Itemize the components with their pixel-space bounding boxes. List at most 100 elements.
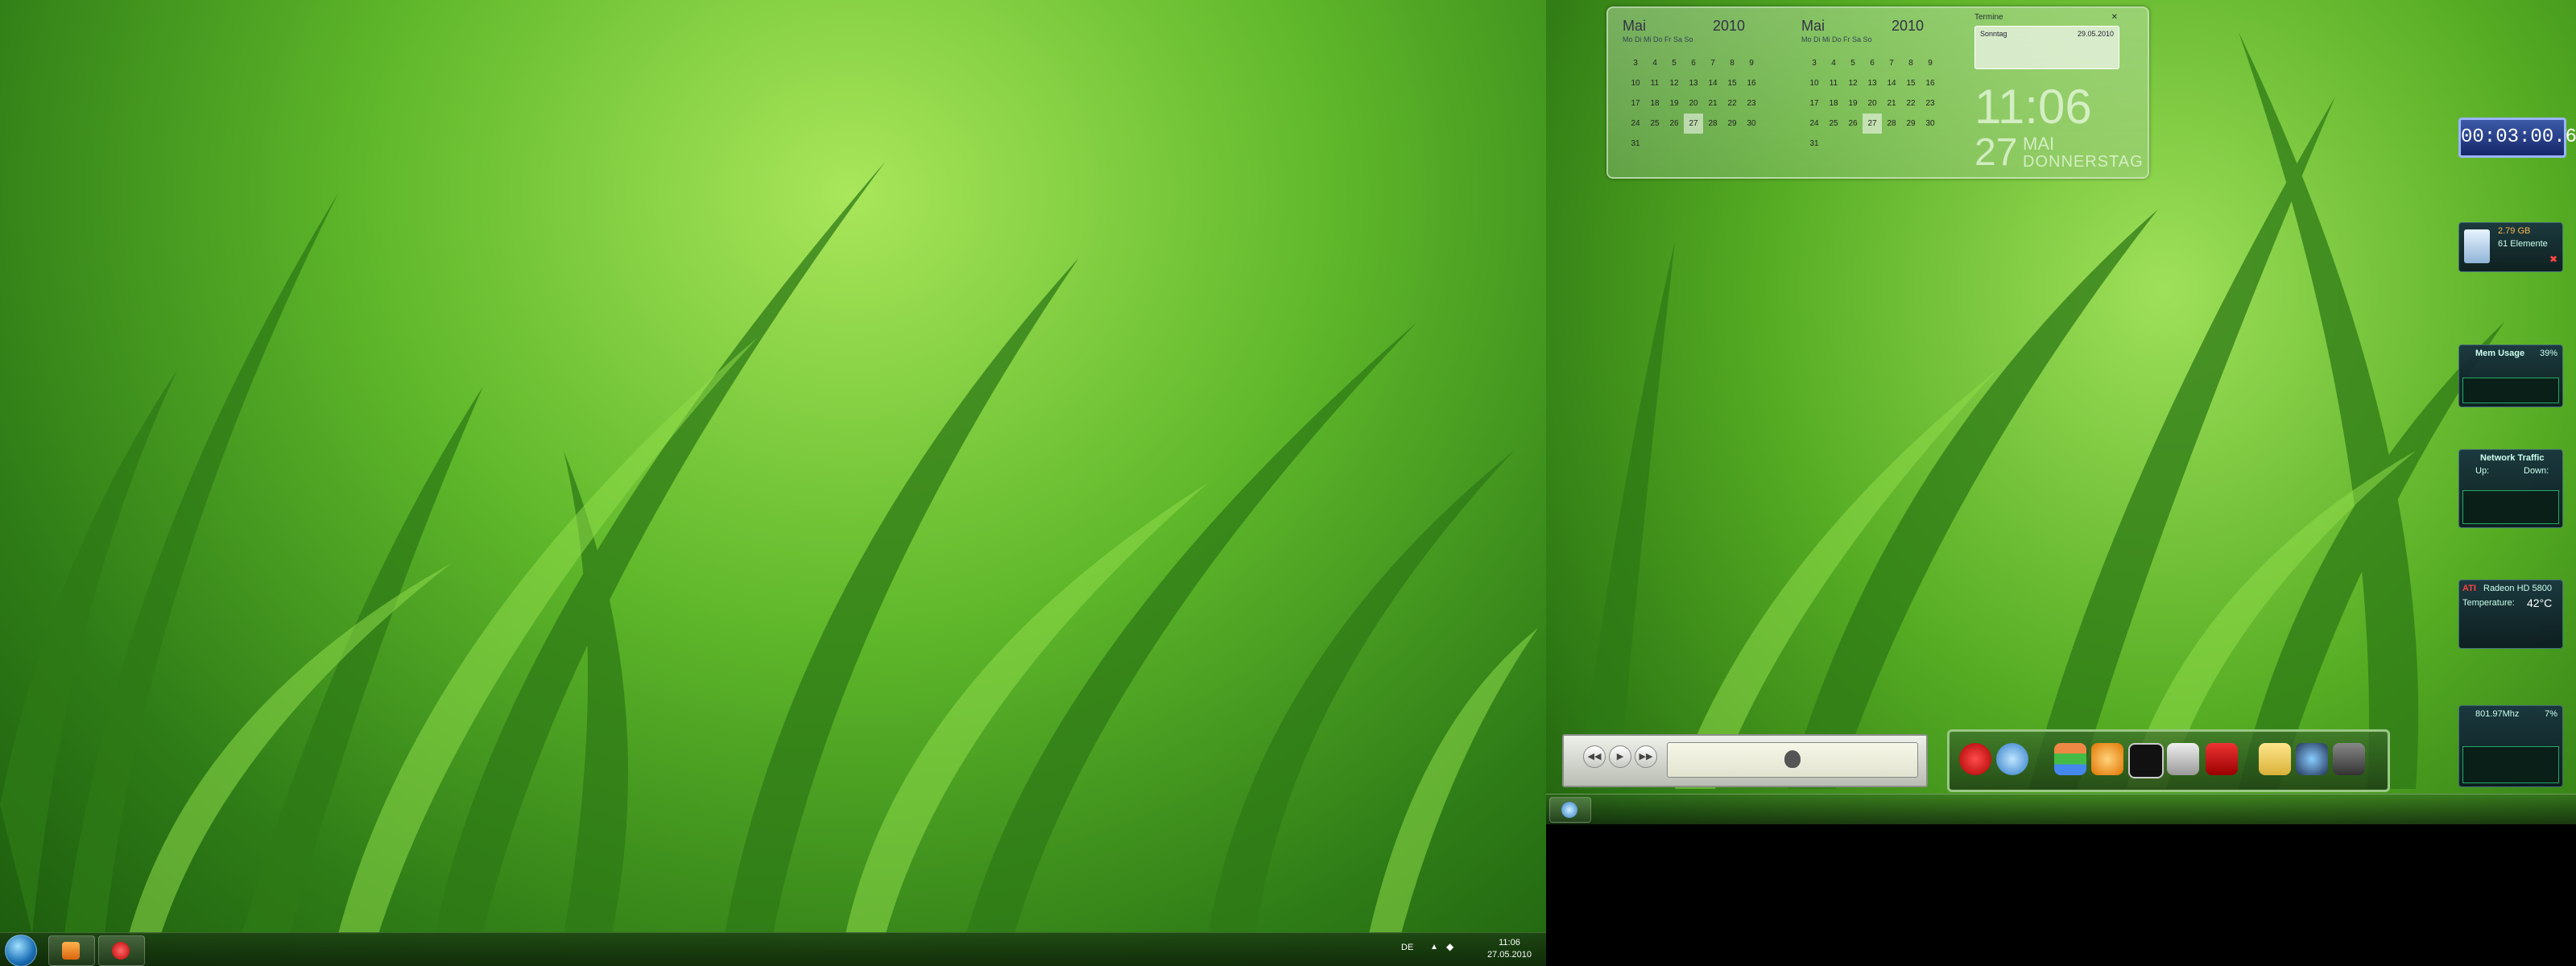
folder-icon[interactable] [2259,743,2291,775]
calendar-day[interactable]: 21 [1882,93,1901,114]
calendar-day[interactable]: 11 [1824,73,1843,93]
big-day-number: 27 [1974,131,2018,174]
calendar-day[interactable]: 5 [1843,53,1863,73]
calendar-day[interactable]: 30 [1742,114,1761,134]
calendar-day[interactable]: 25 [1645,114,1664,134]
network-icon[interactable]: ◆ [1446,941,1453,952]
language-indicator[interactable]: DE [1401,943,1413,952]
calendar-day[interactable]: 4 [1645,53,1664,73]
calendar-day[interactable]: 31 [1626,134,1645,154]
calendar-day[interactable]: 11 [1645,73,1664,93]
printer-icon[interactable] [2167,743,2199,775]
calendar-day[interactable]: 20 [1863,93,1882,114]
recycle-bin-gadget[interactable]: 2.79 GB 61 Elemente ✖ [2458,222,2563,272]
appointment-entry[interactable]: Sonntag 29.05.2010 [1974,26,2119,69]
calendar-weekday-row: Mo Di Mi Do Fr Sa So [1623,35,1693,43]
calendar-day[interactable]: 6 [1684,53,1703,73]
show-hidden-icons-chevron-icon[interactable]: ▲ [1430,943,1438,952]
calendar-day[interactable]: 21 [1703,93,1722,114]
calendar-day[interactable]: 19 [1843,93,1863,114]
calendar-day[interactable]: 3 [1626,53,1645,73]
calendar-day[interactable]: 13 [1863,73,1882,93]
calendar-day[interactable]: 30 [1921,114,1940,134]
itunes-icon[interactable] [1996,743,2028,775]
calendar-day[interactable]: 10 [1626,73,1645,93]
calendar-day[interactable]: 14 [1882,73,1901,93]
taskbar-media-player-button[interactable] [48,935,95,966]
calendar-month-left: Mai 2010 Mo Di Mi Do Fr Sa So 3 4 5 6 7 … [1608,14,1761,167]
calendar-day[interactable]: 23 [1921,93,1940,114]
calendar-day[interactable]: 31 [1805,134,1824,154]
calendar-day[interactable]: 24 [1626,114,1645,134]
calendar-day[interactable]: 8 [1722,53,1742,73]
appointment-day: Sonntag [1980,30,2007,38]
calendar-day[interactable]: 12 [1843,73,1863,93]
calendar-day[interactable]: 29 [1722,114,1742,134]
grass-blades [0,161,1538,934]
calendar-day[interactable]: 16 [1921,73,1940,93]
tools-hammer-icon[interactable] [2333,743,2365,775]
calendar-day[interactable]: 7 [1703,53,1722,73]
calendar-day[interactable]: 17 [1626,93,1645,114]
calendar-day[interactable]: 26 [1843,114,1863,134]
calendar-day-today[interactable]: 27 [1863,114,1882,134]
stopwatch-gadget[interactable]: 00:03:00.6 [2458,118,2576,158]
cpu-monitor-gadget: 801.97Mhz 7% [2458,705,2563,787]
taskbar-app-button[interactable] [98,935,145,966]
calendar-day[interactable]: 18 [1824,93,1843,114]
calendar-day[interactable]: 24 [1805,114,1824,134]
calendar-day[interactable]: 18 [1645,93,1664,114]
calendar-day[interactable]: 22 [1722,93,1742,114]
taskbar-clock[interactable]: 11:06 27.05.2010 [1487,937,1532,961]
calendar-weekday-row: Mo Di Mi Do Fr Sa So [1801,35,1872,43]
calendar-day[interactable]: 13 [1684,73,1703,93]
calendar-day[interactable]: 17 [1805,93,1824,114]
calendar-day[interactable]: 10 [1805,73,1824,93]
start-button[interactable] [5,935,37,966]
calendar-day[interactable]: 19 [1664,93,1684,114]
calendar-day[interactable]: 29 [1901,114,1921,134]
calendar-day[interactable]: 25 [1824,114,1843,134]
calendar-day[interactable]: 7 [1882,53,1901,73]
taskbar-right [1546,794,2576,825]
settings-gear-icon[interactable] [2091,743,2123,775]
layers-app-icon[interactable] [2054,743,2086,775]
calendar-day[interactable]: 15 [1901,73,1921,93]
calendar-day[interactable]: 28 [1703,114,1722,134]
calendar-month-label: Mai [1801,18,1826,34]
network-computer-icon[interactable] [2296,743,2328,775]
calendar-day[interactable]: 16 [1742,73,1761,93]
network-title: Network Traffic [2480,453,2545,463]
calendar-day[interactable]: 22 [1901,93,1921,114]
next-track-button[interactable]: ▶▶ [1635,745,1657,768]
close-icon[interactable]: ✕ [2111,13,2118,22]
taskbar-itunes-button[interactable] [1549,797,1591,823]
opera-icon[interactable] [1959,743,1991,775]
calendar-day[interactable]: 6 [1863,53,1882,73]
calendar-day[interactable]: 9 [1921,53,1940,73]
previous-track-button[interactable]: ◀◀ [1583,745,1606,768]
cpu-percent: 7% [2545,709,2557,719]
player-display[interactable] [1667,742,1918,778]
cpu-clock: 801.97Mhz [2475,709,2520,719]
terminal-icon[interactable] [2128,743,2164,778]
calendar-day[interactable]: 15 [1722,73,1742,93]
app-red-icon [112,942,130,960]
calendar-day[interactable]: 12 [1664,73,1684,93]
calendar-day[interactable]: 3 [1805,53,1824,73]
calendar-day[interactable]: 9 [1742,53,1761,73]
calendar-day-today[interactable]: 27 [1684,114,1703,134]
play-button[interactable]: ▶ [1609,745,1631,768]
empty-bin-icon[interactable]: ✖ [2549,254,2557,265]
calendar-day[interactable]: 26 [1664,114,1684,134]
calendar-day[interactable]: 8 [1901,53,1921,73]
calendar-day[interactable]: 20 [1684,93,1703,114]
calendar-day[interactable]: 28 [1882,114,1901,134]
appointment-date: 29.05.2010 [2077,30,2114,38]
calendar-year-label: 2010 [1891,18,1924,34]
calendar-day[interactable]: 5 [1664,53,1684,73]
calendar-day[interactable]: 23 [1742,93,1761,114]
calendar-day[interactable]: 14 [1703,73,1722,93]
notes-book-icon[interactable] [2206,743,2238,775]
calendar-day[interactable]: 4 [1824,53,1843,73]
